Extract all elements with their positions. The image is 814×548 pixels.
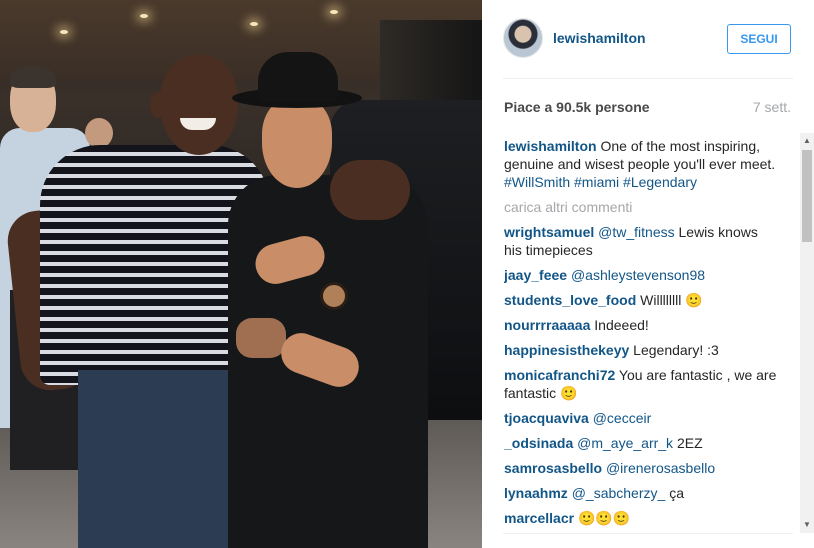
ceiling-light: [250, 22, 258, 26]
comment-mention[interactable]: @irenerosasbello: [606, 460, 715, 476]
caption-username[interactable]: lewishamilton: [504, 138, 597, 154]
background-person-head: [85, 118, 113, 148]
post-age[interactable]: 7 sett.: [753, 99, 791, 115]
hashtag-link[interactable]: #WillSmith: [504, 174, 570, 190]
post-header: lewishamilton SEGUI: [482, 0, 814, 78]
comment: jaay_feee @ashleystevenson98: [504, 266, 779, 284]
comment-username[interactable]: marcellacr: [504, 510, 574, 526]
comment-username[interactable]: monicafranchi72: [504, 367, 615, 383]
comment-text: Willllllll 🙂: [640, 292, 703, 308]
divider: [503, 78, 793, 79]
comment-username[interactable]: wrightsamuel: [504, 224, 594, 240]
post-photo[interactable]: [0, 0, 482, 548]
comment: marcellacr 🙂🙂🙂: [504, 509, 779, 527]
comment-text: 🙂🙂🙂: [577, 510, 631, 526]
comment-username[interactable]: nourrrraaaaa: [504, 317, 590, 333]
comment: monicafranchi72 You are fantastic , we a…: [504, 366, 779, 402]
comment-mention[interactable]: @_sabcherzy_: [572, 485, 666, 501]
comment: wrightsamuel @tw_fitness Lewis knows his…: [504, 223, 779, 259]
background-person-hair: [10, 66, 56, 88]
person-left-hand-on-shoulder: [330, 160, 410, 220]
load-more-comments-link[interactable]: carica altri commenti: [504, 198, 779, 216]
comment: happinesisthekeyy Legendary! :3: [504, 341, 779, 359]
comment-username[interactable]: happinesisthekeyy: [504, 342, 629, 358]
comment-mention[interactable]: @ashleystevenson98: [571, 267, 705, 283]
comment-text: ça: [669, 485, 684, 501]
scroll-down-icon[interactable]: ▼: [800, 519, 814, 531]
comment: samrosasbello @irenerosasbello: [504, 459, 779, 477]
wristwatch: [320, 282, 348, 310]
comments-list: lewishamilton One of the most inspiring,…: [504, 137, 779, 529]
comment-username[interactable]: _odsinada: [504, 435, 573, 451]
comment: _odsinada @m_aye_arr_k 2EZ: [504, 434, 779, 452]
ceiling-light: [330, 10, 338, 14]
comment: lynaahmz @_sabcherzy_ ça: [504, 484, 779, 502]
comments-scrollbar[interactable]: ▲ ▼: [800, 133, 814, 533]
divider: [503, 533, 793, 534]
comment-username[interactable]: jaay_feee: [504, 267, 567, 283]
comment-text: Legendary! :3: [633, 342, 719, 358]
scrollbar-thumb[interactable]: [802, 150, 812, 242]
comment-username[interactable]: tjoacquaviva: [504, 410, 589, 426]
scroll-up-icon[interactable]: ▲: [800, 135, 814, 147]
comment-mention[interactable]: @cecceir: [593, 410, 652, 426]
comment-mention[interactable]: @m_aye_arr_k: [577, 435, 673, 451]
hat: [258, 52, 338, 102]
person-right-forearm: [236, 318, 286, 358]
hashtag-link[interactable]: #Legendary: [623, 174, 697, 190]
hashtag-link[interactable]: #miami: [574, 174, 619, 190]
comment-username[interactable]: samrosasbello: [504, 460, 602, 476]
post-author-username[interactable]: lewishamilton: [553, 30, 646, 46]
avatar[interactable]: [503, 18, 543, 58]
comment: tjoacquaviva @cecceir: [504, 409, 779, 427]
likes-count[interactable]: Piace a 90.5k persone: [504, 99, 650, 115]
post-sidebar: lewishamilton SEGUI Piace a 90.5k person…: [482, 0, 814, 548]
follow-button[interactable]: SEGUI: [727, 24, 791, 54]
caption: lewishamilton One of the most inspiring,…: [504, 137, 779, 191]
comment: students_love_food Willllllll 🙂: [504, 291, 779, 309]
comment-text: Indeeed!: [594, 317, 649, 333]
ceiling-light: [140, 14, 148, 18]
person-left-jeans: [78, 370, 228, 548]
person-left-head: [160, 55, 238, 155]
comment: nourrrraaaaa Indeeed!: [504, 316, 779, 334]
person-right-head: [262, 98, 332, 188]
comment-username[interactable]: students_love_food: [504, 292, 636, 308]
comment-mention[interactable]: @tw_fitness: [598, 224, 674, 240]
ceiling-light: [60, 30, 68, 34]
comment-text: 2EZ: [676, 435, 703, 451]
comment-username[interactable]: lynaahmz: [504, 485, 568, 501]
